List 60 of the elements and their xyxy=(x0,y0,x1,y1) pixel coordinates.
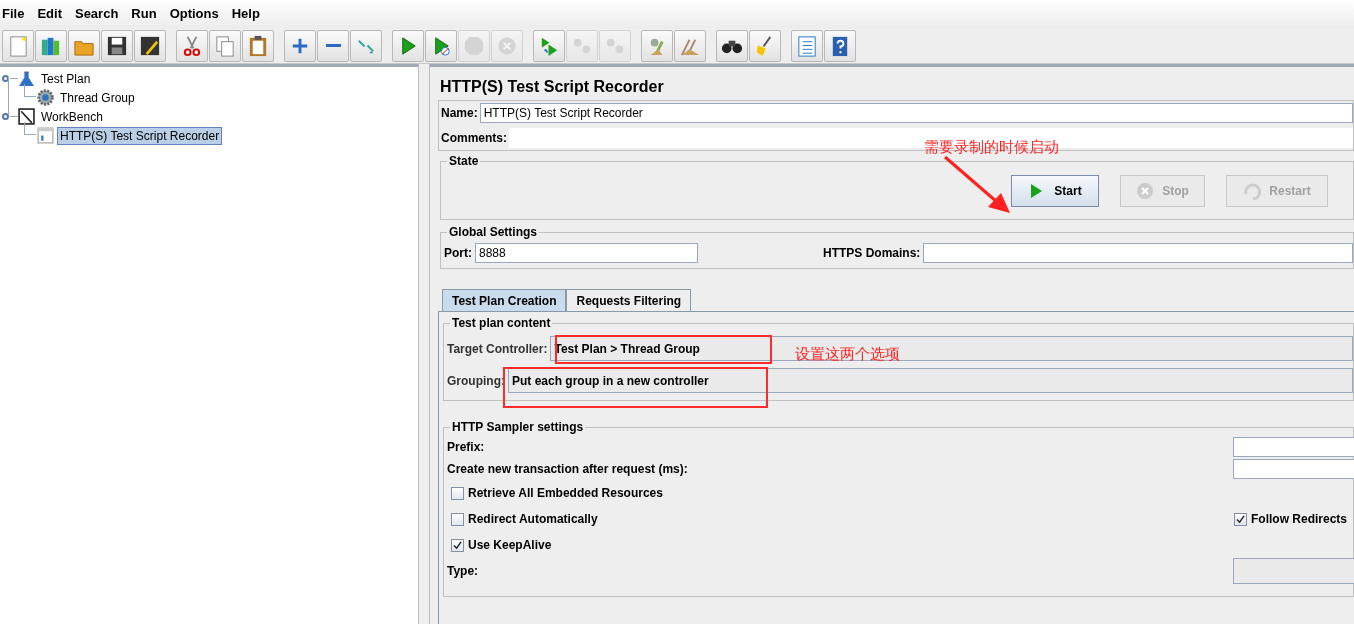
checkbox-label[interactable]: Use KeepAlive xyxy=(468,536,552,554)
field-label: Name: xyxy=(441,105,478,122)
toolbar-button[interactable] xyxy=(716,29,748,62)
field-label: Comments: xyxy=(441,130,507,147)
checkbox[interactable] xyxy=(451,486,464,500)
field-label: Create new transaction after request (ms): xyxy=(447,461,688,478)
minus-icon xyxy=(325,44,341,47)
annotation-arrow xyxy=(944,155,1010,213)
toolbar-button[interactable] xyxy=(101,29,133,62)
field-label: Target Controller: xyxy=(447,340,548,358)
tree-item[interactable]: HTTP(S) Test Script Recorder xyxy=(57,126,223,145)
field-label: Type: xyxy=(447,563,479,580)
name-field[interactable]: HTTP(S) Test Script Recorder xyxy=(479,103,1353,123)
section-title: Test plan content xyxy=(450,316,553,330)
checkbox-label[interactable]: Retrieve All Embedded Resources xyxy=(468,484,663,502)
menu-item[interactable]: Options xyxy=(168,4,220,24)
text-field[interactable] xyxy=(1233,459,1354,479)
section-title: HTTP Sampler settings xyxy=(450,420,586,434)
tab[interactable]: Requests Filtering xyxy=(566,289,692,311)
toolbar-button[interactable] xyxy=(242,29,274,62)
toolbar-button[interactable] xyxy=(824,29,856,62)
checkbox[interactable] xyxy=(451,538,464,552)
text-field[interactable] xyxy=(1233,437,1354,457)
port-field[interactable]: 8888 xyxy=(475,243,698,263)
menu-item[interactable]: Edit xyxy=(36,4,63,24)
state-button[interactable]: Start xyxy=(1011,174,1099,207)
menu-item[interactable]: Help xyxy=(230,4,261,24)
dropdown[interactable] xyxy=(1233,558,1354,584)
gear-icon xyxy=(37,89,54,106)
expand-handle[interactable] xyxy=(2,113,9,120)
expand-handle[interactable] xyxy=(2,75,9,82)
menu-item[interactable]: Run xyxy=(130,4,158,24)
section-title: Global Settings xyxy=(447,225,539,239)
field-label: Port: xyxy=(444,245,472,262)
dropdown[interactable]: Put each group in a new controller xyxy=(508,368,1353,393)
toolbar-button[interactable] xyxy=(134,29,166,62)
flask-icon xyxy=(18,70,35,87)
field-label: HTTPS Domains: xyxy=(823,245,921,262)
menu-item[interactable]: Search xyxy=(73,4,120,24)
tree-item[interactable]: Thread Group xyxy=(57,88,138,107)
field-label: Grouping: xyxy=(447,372,505,390)
tab[interactable]: Test Plan Creation xyxy=(442,289,567,311)
menu-item[interactable]: File xyxy=(1,4,26,24)
list-icon xyxy=(795,33,819,58)
annotation-text: 设置这两个选项 xyxy=(795,345,900,363)
notepad-icon xyxy=(18,108,35,125)
checkbox-label[interactable]: Follow Redirects xyxy=(1250,510,1347,528)
checkbox-label[interactable]: Redirect Automatically xyxy=(468,510,598,528)
tree-item[interactable]: Test Plan xyxy=(38,69,94,88)
tree-item[interactable]: WorkBench xyxy=(38,107,106,126)
panel-title: HTTP(S) Test Script Recorder xyxy=(440,77,665,95)
https-domains-field[interactable] xyxy=(923,243,1353,263)
annotation-text: 需要录制的时候启动 xyxy=(924,138,1059,156)
section-title: State xyxy=(447,154,481,168)
copy-icon xyxy=(213,33,237,58)
window-icon xyxy=(37,127,54,144)
x-circle-icon xyxy=(1136,181,1155,200)
checkbox[interactable] xyxy=(451,512,464,526)
checkbox[interactable] xyxy=(1233,512,1247,526)
field-label: Prefix: xyxy=(447,439,485,456)
